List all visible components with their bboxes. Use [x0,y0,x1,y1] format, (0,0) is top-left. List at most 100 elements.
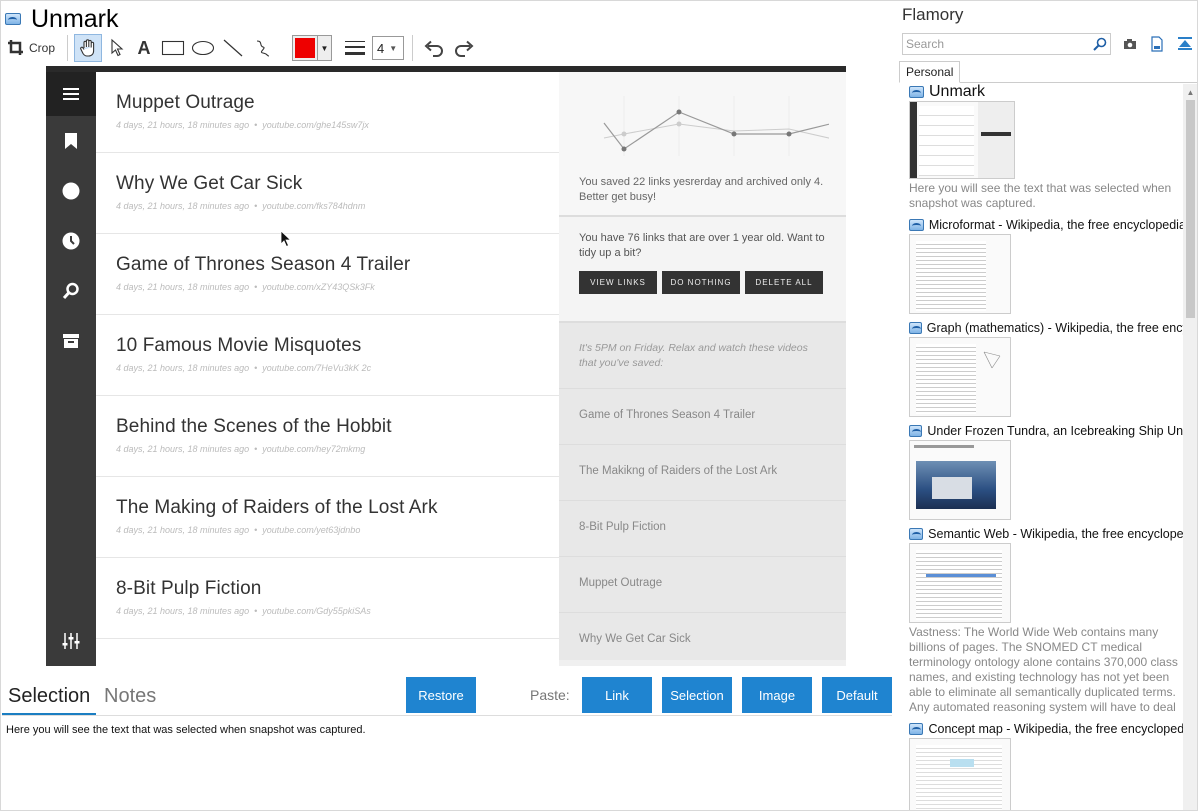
paste-default-button[interactable]: Default [822,677,892,713]
scrollbar-thumb[interactable] [1186,100,1195,318]
entry-header: Under Frozen Tundra, an Icebreaking Ship… [909,423,1183,439]
camera-button[interactable] [1120,34,1140,54]
ellipse-tool-button[interactable] [188,34,218,62]
toolbar-divider [67,35,69,61]
view-links-button: VIEW LINKS [579,271,657,294]
color-swatch [295,38,316,58]
snapshot-entry[interactable]: Graph (mathematics) - Wikipedia, the fre… [899,320,1183,417]
link-meta: 4 days, 21 hours, 18 minutes ago • youtube… [116,120,369,130]
link-title: Game of Thrones Season 4 Trailer [116,254,411,275]
entry-thumbnail [909,234,1011,314]
friday-videos-card: It's 5PM on Friday. Relax and watch thes… [559,323,846,660]
do-nothing-button: DO NOTHING [662,271,740,294]
document-icon [1151,36,1163,52]
redo-button[interactable] [449,34,479,62]
link-age: 4 days, 21 hours, 18 minutes ago [116,282,250,292]
circle-icon [46,166,96,216]
link-row: 8-Bit Pulp Fiction 4 days, 21 hours, 18 … [96,558,559,639]
entry-header: Unmark [909,84,1183,102]
stats-card: You saved 22 links yesrerday and archive… [559,72,846,217]
entry-header: Semantic Web - Wikipedia, the free encyc… [909,526,1183,542]
snapshot-entry[interactable]: Semantic Web - Wikipedia, the free encyc… [899,526,1183,715]
app-icon [5,13,21,25]
video-item: 8-Bit Pulp Fiction [559,501,846,557]
link-age: 4 days, 21 hours, 18 minutes ago [116,444,250,454]
link-row: Behind the Scenes of the Hobbit 4 days, … [96,396,559,477]
paste-selection-button[interactable]: Selection [662,677,732,713]
crop-button[interactable]: Crop [7,34,61,62]
link-title: The Making of Raiders of the Lost Ark [116,497,438,518]
link-meta: 4 days, 21 hours, 18 minutes ago • youtube… [116,606,371,616]
text-tool-button[interactable]: A [130,34,158,62]
tab-selection[interactable]: Selection [2,681,97,715]
link-url: youtube.com/ghe145sw7jx [262,120,369,130]
paste-image-button[interactable]: Image [742,677,812,713]
app-icon [909,322,922,334]
search-icon [46,266,96,316]
tab-personal[interactable]: Personal [899,61,961,83]
restore-button[interactable]: Restore [406,677,476,713]
snapshot-canvas[interactable]: Muppet Outrage 4 days, 21 hours, 18 minu… [46,66,846,666]
entry-description: Here you will see the text that was sele… [909,181,1172,210]
title-bar: Unmark [5,5,119,33]
settings-sliders-icon [46,626,96,656]
hand-tool-button[interactable] [74,34,103,62]
paste-link-button[interactable]: Link [582,677,652,713]
undo-button[interactable] [419,34,449,62]
snapshot-entry[interactable]: Concept map - Wikipedia, the free encycl… [899,721,1183,810]
paste-label: Paste: [530,687,570,703]
snapshot-entry[interactable]: Microformat - Wikipedia, the free encycl… [899,217,1183,314]
link-title: Behind the Scenes of the Hobbit [116,416,392,437]
hand-icon [80,39,95,57]
select-tool-button[interactable] [102,34,130,62]
pointer-icon [111,38,124,57]
ellipse-icon [191,40,215,56]
old-links-text: You have 76 links that are over 1 year o… [579,232,825,259]
entry-title: Microformat - Wikipedia, the free encycl… [928,218,1183,232]
scroll-up-icon[interactable]: ▲ [1183,84,1197,100]
tab-notes[interactable]: Notes [98,681,162,715]
entry-description: Vastness: The World Wide Web contains ma… [909,625,1178,714]
color-picker[interactable]: ▼ [292,35,333,61]
link-row: 10 Famous Movie Misquotes 4 days, 21 hou… [96,315,559,396]
collapse-button[interactable] [1175,34,1195,54]
snapshot-entry[interactable]: Unmark Here you will see the text that w… [899,84,1183,211]
entry-thumbnail [909,440,1011,520]
selection-text-area[interactable]: Here you will see the text that was sele… [2,715,892,810]
link-age: 4 days, 21 hours, 18 minutes ago [116,201,250,211]
link-url: youtube.com/yet63jdnbo [262,525,361,535]
mouse-cursor-icon [280,230,292,248]
collection-tabs: Personal [899,61,1197,83]
link-url: youtube.com/fks784hdnm [262,201,366,211]
search-icon[interactable] [1093,37,1107,51]
friday-text: It's 5PM on Friday. Relax and watch thes… [559,323,846,389]
snapshot-entry[interactable]: Under Frozen Tundra, an Icebreaking Ship… [899,423,1183,520]
line-tool-button[interactable] [218,34,248,62]
search-placeholder: Search [906,37,945,51]
redo-icon [455,40,474,57]
link-title: 8-Bit Pulp Fiction [116,578,262,599]
line-width-icon [345,41,366,55]
app-icon [909,528,924,540]
entry-title: Unmark [929,84,986,102]
entry-thumbnail [909,101,1015,179]
crop-label: Crop [29,41,56,55]
video-item: Game of Thrones Season 4 Trailer [559,389,846,445]
entry-title: Graph (mathematics) - Wikipedia, the fre… [926,321,1183,335]
rectangle-tool-button[interactable] [158,34,188,62]
link-meta: 4 days, 21 hours, 18 minutes ago • youtube… [116,363,372,373]
link-row: Muppet Outrage 4 days, 21 hours, 18 minu… [96,72,559,153]
document-button[interactable] [1147,34,1167,54]
camera-icon [1124,39,1136,49]
link-list: Muppet Outrage 4 days, 21 hours, 18 minu… [96,72,559,666]
freehand-tool-button[interactable] [248,34,278,62]
link-url: youtube.com/xZY43QSk3Fk [262,282,375,292]
search-input[interactable]: Search [902,33,1111,55]
scrollbar[interactable]: ▲ [1183,84,1197,810]
entry-title: Concept map - Wikipedia, the free encycl… [928,722,1183,736]
entry-header: Microformat - Wikipedia, the free encycl… [909,217,1183,233]
pen-width-select[interactable]: 4 ▼ [372,36,405,60]
line-width-button[interactable] [342,34,368,62]
app-icon [909,86,924,98]
bookmark-icon [46,116,96,166]
